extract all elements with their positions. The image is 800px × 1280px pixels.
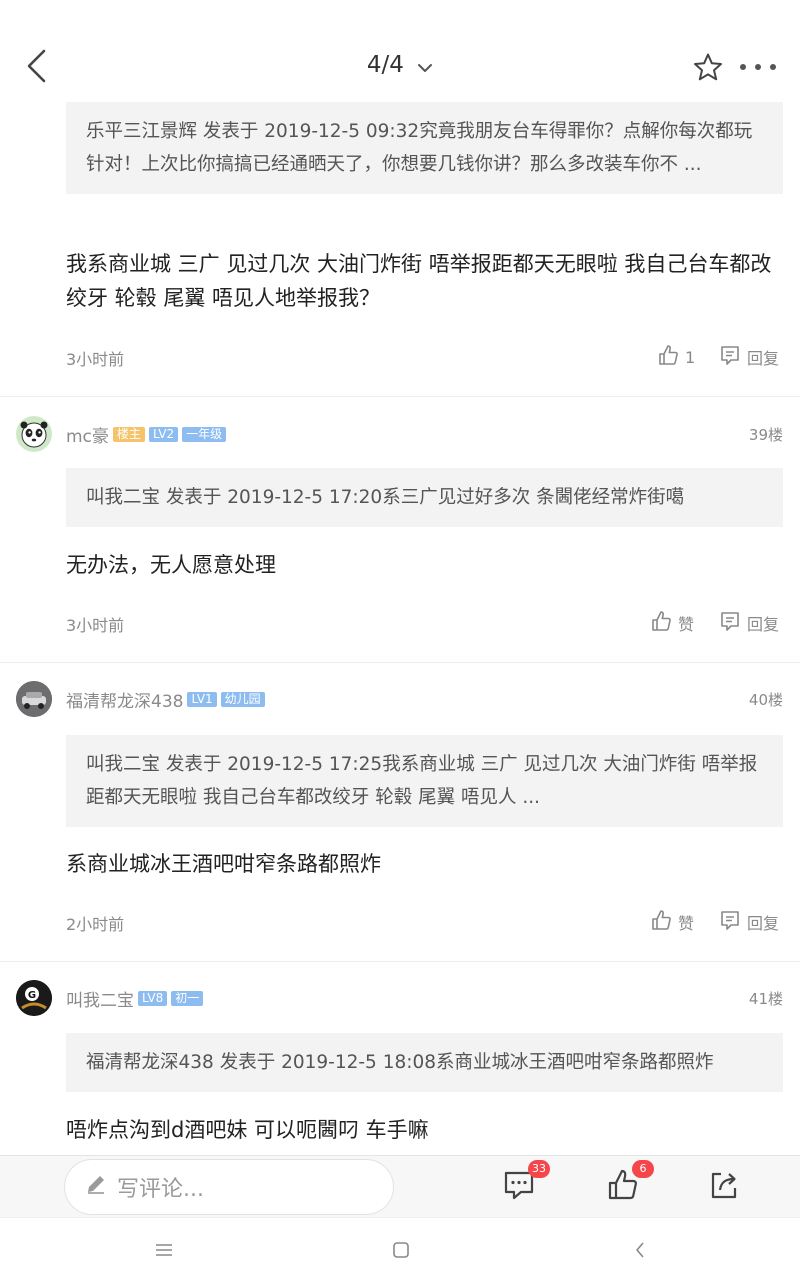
page-indicator-label: 4/4 [366, 52, 404, 78]
comments-button[interactable]: 33 [502, 1160, 550, 1206]
reply-text: 唔炸点沟到d酒吧妹 可以呃閪叼 车手嘛 [66, 1118, 429, 1142]
level-badge: LV2 [148, 427, 179, 442]
share-icon [707, 1172, 741, 1206]
svg-text:G: G [28, 990, 36, 1001]
comment-placeholder: 写评论... [117, 1177, 204, 1202]
level-badge: LV1 [187, 692, 217, 707]
comment-icon [502, 1171, 536, 1206]
star-icon[interactable] [692, 52, 724, 82]
reply-label: 回复 [747, 615, 780, 634]
post-time: 3小时前 [66, 350, 125, 369]
divider [0, 662, 800, 663]
menu-icon[interactable] [152, 1238, 176, 1262]
like-count: 1 [685, 347, 696, 367]
like-button[interactable]: 赞 [650, 610, 694, 636]
quoted-text: 叫我二宝 发表于 2019-12-5 17:20系三广见过好多次 条閪佬经常炸街… [86, 487, 685, 508]
reply-text: 我系商业城 三广 见过几次 大油门炸街 唔举报距都天无眼啦 我自己台车都改绞牙 … [66, 252, 772, 310]
avatar[interactable]: G [16, 980, 52, 1016]
post-time: 3小时前 [66, 616, 125, 635]
quoted-post[interactable]: 叫我二宝 发表于 2019-12-5 17:20系三广见过好多次 条閪佬经常炸街… [66, 468, 783, 527]
owner-badge: 楼主 [112, 427, 145, 442]
reply-text: 无办法，无人愿意处理 [66, 553, 276, 577]
thumbs-up-icon [650, 909, 672, 935]
username[interactable]: 叫我二宝 [66, 986, 134, 1011]
comment-icon [719, 344, 741, 370]
reply-label: 回复 [747, 914, 780, 933]
home-square-icon[interactable] [389, 1238, 413, 1262]
floor-number: 40楼 [748, 691, 783, 709]
comment-bar: 写评论... 33 6 [0, 1155, 800, 1217]
like-post-button[interactable]: 6 [606, 1160, 654, 1206]
comment-icon [719, 610, 741, 636]
grade-badge: 一年级 [182, 427, 227, 442]
floor-number: 41楼 [748, 990, 783, 1008]
avatar[interactable] [16, 416, 52, 452]
thumbs-up-icon [606, 1169, 640, 1206]
more-icon[interactable] [740, 60, 776, 74]
floor-number: 39楼 [748, 426, 783, 444]
page-indicator[interactable]: 4/4 [0, 52, 800, 79]
like-button[interactable]: 赞 [650, 909, 694, 935]
grade-badge: 幼儿园 [220, 692, 265, 707]
chevron-down-icon [417, 53, 433, 79]
share-button[interactable] [707, 1168, 743, 1204]
avatar[interactable] [16, 681, 52, 717]
like-count-badge: 6 [632, 1160, 654, 1178]
divider [0, 961, 800, 962]
username[interactable]: mc豪 [66, 422, 109, 447]
reply-text: 系商业城冰王酒吧咁窄条路都照炸 [66, 852, 381, 876]
reply-button[interactable]: 回复 [719, 610, 779, 636]
comment-icon [719, 909, 741, 935]
pencil-icon [85, 1173, 107, 1201]
back-triangle-icon[interactable] [628, 1238, 652, 1262]
username-row: mc豪 楼主 LV2 一年级 [66, 422, 227, 447]
like-label: 赞 [678, 615, 695, 634]
reply-button[interactable]: 回复 [719, 344, 779, 370]
reply-button[interactable]: 回复 [719, 909, 779, 935]
comment-input[interactable]: 写评论... [64, 1159, 394, 1215]
thread-content: 乐平三江景辉 发表于 2019-12-5 09:32究竟我朋友台车得罪你？点解你… [0, 100, 800, 1155]
system-nav-bar [0, 1217, 800, 1280]
like-button[interactable]: 1 [657, 344, 695, 370]
username-row: 福清帮龙深438 LV1 幼儿园 [66, 687, 265, 712]
quoted-text: 乐平三江景辉 发表于 2019-12-5 09:32究竟我朋友台车得罪你？点解你… [86, 121, 753, 175]
top-bar: 4/4 [0, 0, 800, 100]
username[interactable]: 福清帮龙深438 [66, 687, 183, 712]
quoted-post[interactable]: 乐平三江景辉 发表于 2019-12-5 09:32究竟我朋友台车得罪你？点解你… [66, 102, 783, 194]
thumbs-up-icon [657, 344, 679, 370]
thumbs-up-icon [650, 610, 672, 636]
quoted-post[interactable]: 叫我二宝 发表于 2019-12-5 17:25我系商业城 三广 见过几次 大油… [66, 735, 783, 827]
divider [0, 396, 800, 397]
reply-label: 回复 [747, 349, 780, 368]
quoted-text: 福清帮龙深438 发表于 2019-12-5 18:08系商业城冰王酒吧咁窄条路… [86, 1052, 714, 1073]
grade-badge: 初一 [171, 991, 204, 1006]
quoted-text: 叫我二宝 发表于 2019-12-5 17:25我系商业城 三广 见过几次 大油… [86, 754, 758, 808]
username-row: 叫我二宝 LV8 初一 [66, 986, 204, 1011]
like-label: 赞 [678, 914, 695, 933]
post-time: 2小时前 [66, 915, 125, 934]
level-badge: LV8 [138, 991, 168, 1006]
quoted-post[interactable]: 福清帮龙深438 发表于 2019-12-5 18:08系商业城冰王酒吧咁窄条路… [66, 1033, 783, 1092]
comment-count-badge: 33 [528, 1160, 550, 1178]
